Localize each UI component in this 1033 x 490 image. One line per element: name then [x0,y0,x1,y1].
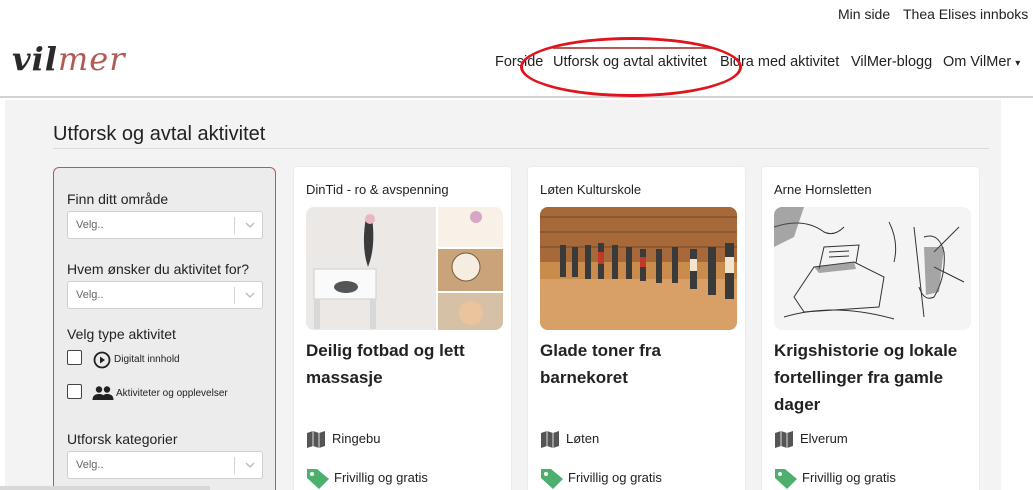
page-title: Utforsk og avtal aktivitet [53,123,266,145]
my-page-link[interactable]: Min side [838,6,890,22]
activity-type-label: Velg type aktivitet [67,326,176,342]
card-price-text: Frivillig og gratis [334,470,428,485]
digital-checkbox[interactable] [67,350,82,365]
activity-card[interactable]: Arne Hornsletten Krigshistorie og lokale… [762,167,979,490]
chevron-down-icon [245,222,255,228]
play-circle-icon [93,351,111,369]
card-price-text: Frivillig og gratis [568,470,662,485]
filter-panel: Finn ditt område Velg.. Hvem ønsker du a… [53,167,276,490]
main-navbar: vilmer Forside Utforsk og avtal aktivite… [0,28,1033,98]
logo-part-vil: vil [12,40,58,78]
nav-contribute[interactable]: Bidra med aktivitet [720,54,839,70]
caret-down-icon: ▾ [1015,58,1021,69]
utility-bar: Min side Thea Elises innboks [0,0,1033,28]
price-tag-icon [541,469,563,489]
card-organizer: DinTid - ro & avspenning [306,182,449,197]
vilmer-logo[interactable]: vilmer [12,40,125,78]
for-whom-placeholder: Velg.. [76,289,104,301]
nav-blog[interactable]: VilMer-blogg [851,54,932,70]
chevron-down-icon [245,462,255,468]
card-title[interactable]: Glade toner fra barnekoret [540,337,740,391]
map-icon [541,431,559,448]
area-placeholder: Velg.. [76,219,104,231]
for-whom-label: Hvem ønsker du aktivitet for? [67,261,250,277]
for-whom-select[interactable]: Velg.. [67,281,263,309]
title-divider [53,148,989,149]
card-location-text: Løten [566,431,600,446]
nav-about[interactable]: Om VilMer ▾ [943,54,1020,70]
area-select[interactable]: Velg.. [67,211,263,239]
card-image-footbath [306,207,503,330]
card-organizer: Løten Kulturskole [540,182,642,197]
people-icon [92,386,114,400]
card-title[interactable]: Deilig fotbad og lett massasje [306,337,506,391]
card-location-text: Ringebu [332,431,381,446]
horizontal-scrollbar[interactable] [0,486,210,490]
card-image-war-history [774,207,971,330]
activities-checkbox[interactable] [67,384,82,399]
card-price-text: Frivillig og gratis [802,470,896,485]
card-organizer: Arne Hornsletten [774,182,872,197]
card-image-choir [540,207,737,330]
price-tag-icon [307,469,329,489]
card-location-text: Elverum [800,431,848,446]
inbox-link[interactable]: Thea Elises innboks [903,6,1028,22]
nav-home[interactable]: Forside [495,54,543,70]
active-nav-underline [553,47,713,49]
activity-card[interactable]: DinTid - ro & avspenning Deilig fotbad o… [294,167,511,490]
card-title[interactable]: Krigshistorie og lokale fortellinger fra… [774,337,974,418]
map-icon [775,431,793,448]
select-separator [234,287,235,304]
area-label: Finn ditt område [67,191,169,207]
activity-card[interactable]: Løten Kulturskole Glade toner fra barnek… [528,167,745,490]
chevron-down-icon [245,292,255,298]
category-placeholder: Velg.. [76,459,104,471]
category-select[interactable]: Velg.. [67,451,263,479]
category-label: Utforsk kategorier [67,431,178,447]
map-icon [307,431,325,448]
select-separator [234,457,235,474]
activities-label: Aktiviteter og opplevelser [116,388,228,399]
nav-about-label: Om VilMer [943,54,1012,70]
nav-explore-activities[interactable]: Utforsk og avtal aktivitet [553,54,707,70]
digital-label: Digitalt innhold [114,354,180,365]
select-separator [234,217,235,234]
price-tag-icon [775,469,797,489]
logo-part-mer: mer [57,40,126,78]
